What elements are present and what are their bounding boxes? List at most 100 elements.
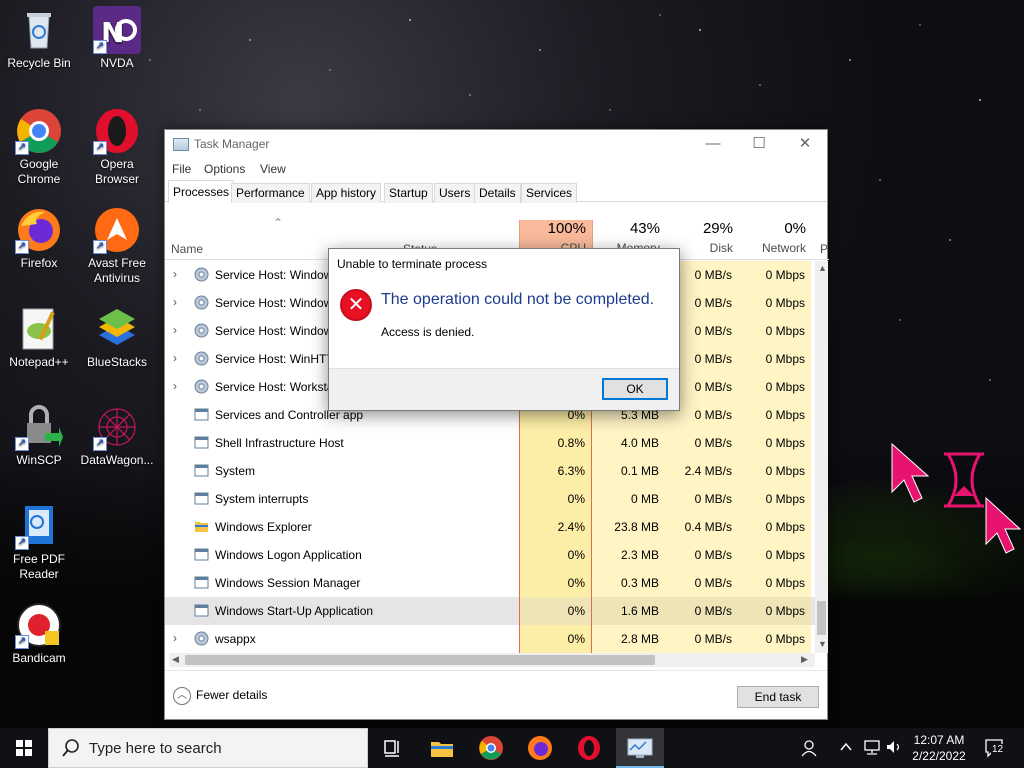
network-icon[interactable] xyxy=(862,738,882,759)
desktop-icon-opera[interactable]: ↗ Opera Browser xyxy=(78,107,156,187)
dialog-detail: Access is denied. xyxy=(381,325,475,339)
column-name[interactable]: Name xyxy=(171,242,203,256)
tab-startup[interactable]: Startup xyxy=(384,183,433,203)
cpu-cell: 0% xyxy=(519,485,592,513)
desktop-icon-recycle-bin[interactable]: Recycle Bin xyxy=(0,6,78,71)
taskbar-opera[interactable] xyxy=(575,734,603,762)
action-center-button[interactable]: 12 xyxy=(983,737,1007,759)
chrome-icon xyxy=(479,736,503,760)
taskbar-file-explorer[interactable] xyxy=(428,734,456,762)
search-icon xyxy=(62,739,79,757)
scroll-right-icon[interactable]: ▶ xyxy=(801,654,808,665)
desktop-icon-label: Bandicam xyxy=(12,651,66,665)
taskbar-task-manager[interactable] xyxy=(616,728,664,768)
table-row[interactable]: › wsappx 0% 2.8 MB 0 MB/s 0 Mbps xyxy=(165,625,815,653)
folder-icon xyxy=(195,522,208,532)
tab-services[interactable]: Services xyxy=(521,183,578,203)
desktop-icon-chrome[interactable]: ↗ Google Chrome xyxy=(0,107,78,187)
desktop-icon-avast[interactable]: ↗ Avast Free Antivirus xyxy=(78,206,156,286)
network-cell: 0 Mbps xyxy=(738,401,811,429)
expand-chevron-icon[interactable]: › xyxy=(173,379,177,393)
tab-app-history[interactable]: App history xyxy=(311,183,382,203)
scroll-up-icon[interactable]: ▲ xyxy=(818,263,827,273)
desktop-icon-firefox[interactable]: ↗ Firefox xyxy=(0,206,78,271)
expand-chevron-icon[interactable]: › xyxy=(173,323,177,337)
clock[interactable]: 12:07 AM 2/22/2022 xyxy=(906,732,972,764)
fewer-details-button[interactable]: ︿ Fewer details xyxy=(173,687,267,705)
table-row[interactable]: Windows Explorer 2.4% 23.8 MB 0.4 MB/s 0 Mbp… xyxy=(165,513,815,541)
desktop-icon-datawagon[interactable]: ↗ DataWagon... xyxy=(78,403,156,468)
desktop-icon-bandicam[interactable]: ↗ Bandicam xyxy=(0,601,78,666)
scroll-left-icon[interactable]: ◀ xyxy=(172,654,179,665)
start-button[interactable] xyxy=(0,728,48,768)
close-button[interactable]: ✕ xyxy=(782,130,828,158)
memory-cell: 0 MB xyxy=(592,485,665,513)
windows-logo-icon xyxy=(16,740,32,756)
table-row[interactable]: Windows Logon Application 0% 2.3 MB 0 MB/s 0… xyxy=(165,541,815,569)
task-view-button[interactable] xyxy=(378,734,406,762)
search-placeholder: Type here to search xyxy=(89,740,222,757)
horizontal-scroll-thumb[interactable] xyxy=(185,655,655,665)
expand-chevron-icon[interactable]: › xyxy=(173,267,177,281)
table-row[interactable]: System 6.3% 0.1 MB 2.4 MB/s 0 Mbps xyxy=(165,457,815,485)
cpu-cell: 0% xyxy=(519,597,592,625)
tab-users[interactable]: Users xyxy=(434,183,476,203)
tab-details[interactable]: Details xyxy=(474,183,521,203)
app-window-icon xyxy=(194,548,209,561)
menu-options[interactable]: Options xyxy=(204,162,245,176)
winscp-icon: ↗ xyxy=(15,403,63,451)
task-manager-icon xyxy=(627,738,653,758)
network-cell: 0 Mbps xyxy=(738,429,811,457)
shortcut-arrow-icon: ↗ xyxy=(15,437,29,451)
vertical-scroll-thumb[interactable] xyxy=(817,601,826,635)
tab-performance[interactable]: Performance xyxy=(231,183,310,203)
desktop-icon-winscp[interactable]: ↗ WinSCP xyxy=(0,403,78,468)
network-cell: 0 Mbps xyxy=(738,485,811,513)
column-network[interactable]: 0% Network xyxy=(739,220,812,260)
desktop-icon-bluestacks[interactable]: BlueStacks xyxy=(78,305,156,370)
error-dialog: Unable to terminate process ✕ The operat… xyxy=(328,248,680,411)
end-task-button[interactable]: End task xyxy=(737,686,819,708)
horizontal-scrollbar[interactable]: ◀ ▶ xyxy=(169,653,815,667)
maximize-button[interactable]: ☐ xyxy=(736,130,782,158)
desktop-icon-free-pdf-reader[interactable]: ↗ Free PDF Reader xyxy=(0,502,78,582)
disk-cell: 0 MB/s xyxy=(665,569,738,597)
vertical-scrollbar[interactable]: ▲ ▼ xyxy=(815,261,828,653)
shortcut-arrow-icon: ↗ xyxy=(15,536,29,550)
app-window-icon xyxy=(194,576,209,589)
scroll-down-icon[interactable]: ▼ xyxy=(818,639,827,649)
search-box[interactable]: Type here to search xyxy=(48,728,368,768)
desktop-icon-nvda[interactable]: N ↗ NVDA xyxy=(78,6,156,71)
expand-chevron-icon[interactable]: › xyxy=(173,351,177,365)
ok-button[interactable]: OK xyxy=(602,378,668,400)
table-row[interactable]: Windows Start-Up Application 0% 1.6 MB 0 MB… xyxy=(165,597,815,625)
notification-count: 12 xyxy=(991,744,1005,755)
table-row[interactable]: System interrupts 0% 0 MB 0 MB/s 0 Mbps xyxy=(165,485,815,513)
network-cell: 0 Mbps xyxy=(738,317,811,345)
disk-cell: 0 MB/s xyxy=(665,597,738,625)
people-icon[interactable] xyxy=(800,739,820,760)
table-row[interactable]: Windows Session Manager 0% 0.3 MB 0 MB/s 0 M… xyxy=(165,569,815,597)
disk-cell: 0 MB/s xyxy=(665,429,738,457)
tab-processes[interactable]: Processes xyxy=(168,180,235,203)
pink-cursors-graphic xyxy=(891,442,1022,554)
nvda-icon: N ↗ xyxy=(93,6,141,54)
minimize-button[interactable]: — xyxy=(690,130,736,158)
taskbar-chrome[interactable] xyxy=(477,734,505,762)
volume-icon[interactable] xyxy=(884,738,904,759)
expand-chevron-icon[interactable]: › xyxy=(173,631,177,645)
title-bar[interactable]: Task Manager — ☐ ✕ xyxy=(165,130,827,158)
show-hidden-icons-chevron-icon[interactable] xyxy=(838,738,854,759)
menu-view[interactable]: View xyxy=(260,162,286,176)
desktop-icon-notepadpp[interactable]: Notepad++ xyxy=(0,305,78,370)
column-power[interactable]: P xyxy=(820,242,828,256)
expand-chevron-icon[interactable]: › xyxy=(173,295,177,309)
clock-date: 2/22/2022 xyxy=(912,749,966,763)
process-name: Windows Session Manager xyxy=(215,576,361,590)
shortcut-arrow-icon: ↗ xyxy=(15,240,29,254)
taskbar: Type here to search 12:07 AM 2/22/2022 1… xyxy=(0,728,1024,768)
taskbar-firefox[interactable] xyxy=(526,734,554,762)
memory-cell: 2.8 MB xyxy=(592,625,665,653)
menu-file[interactable]: File xyxy=(172,162,191,176)
table-row[interactable]: Shell Infrastructure Host 0.8% 4.0 MB 0 MB/… xyxy=(165,429,815,457)
